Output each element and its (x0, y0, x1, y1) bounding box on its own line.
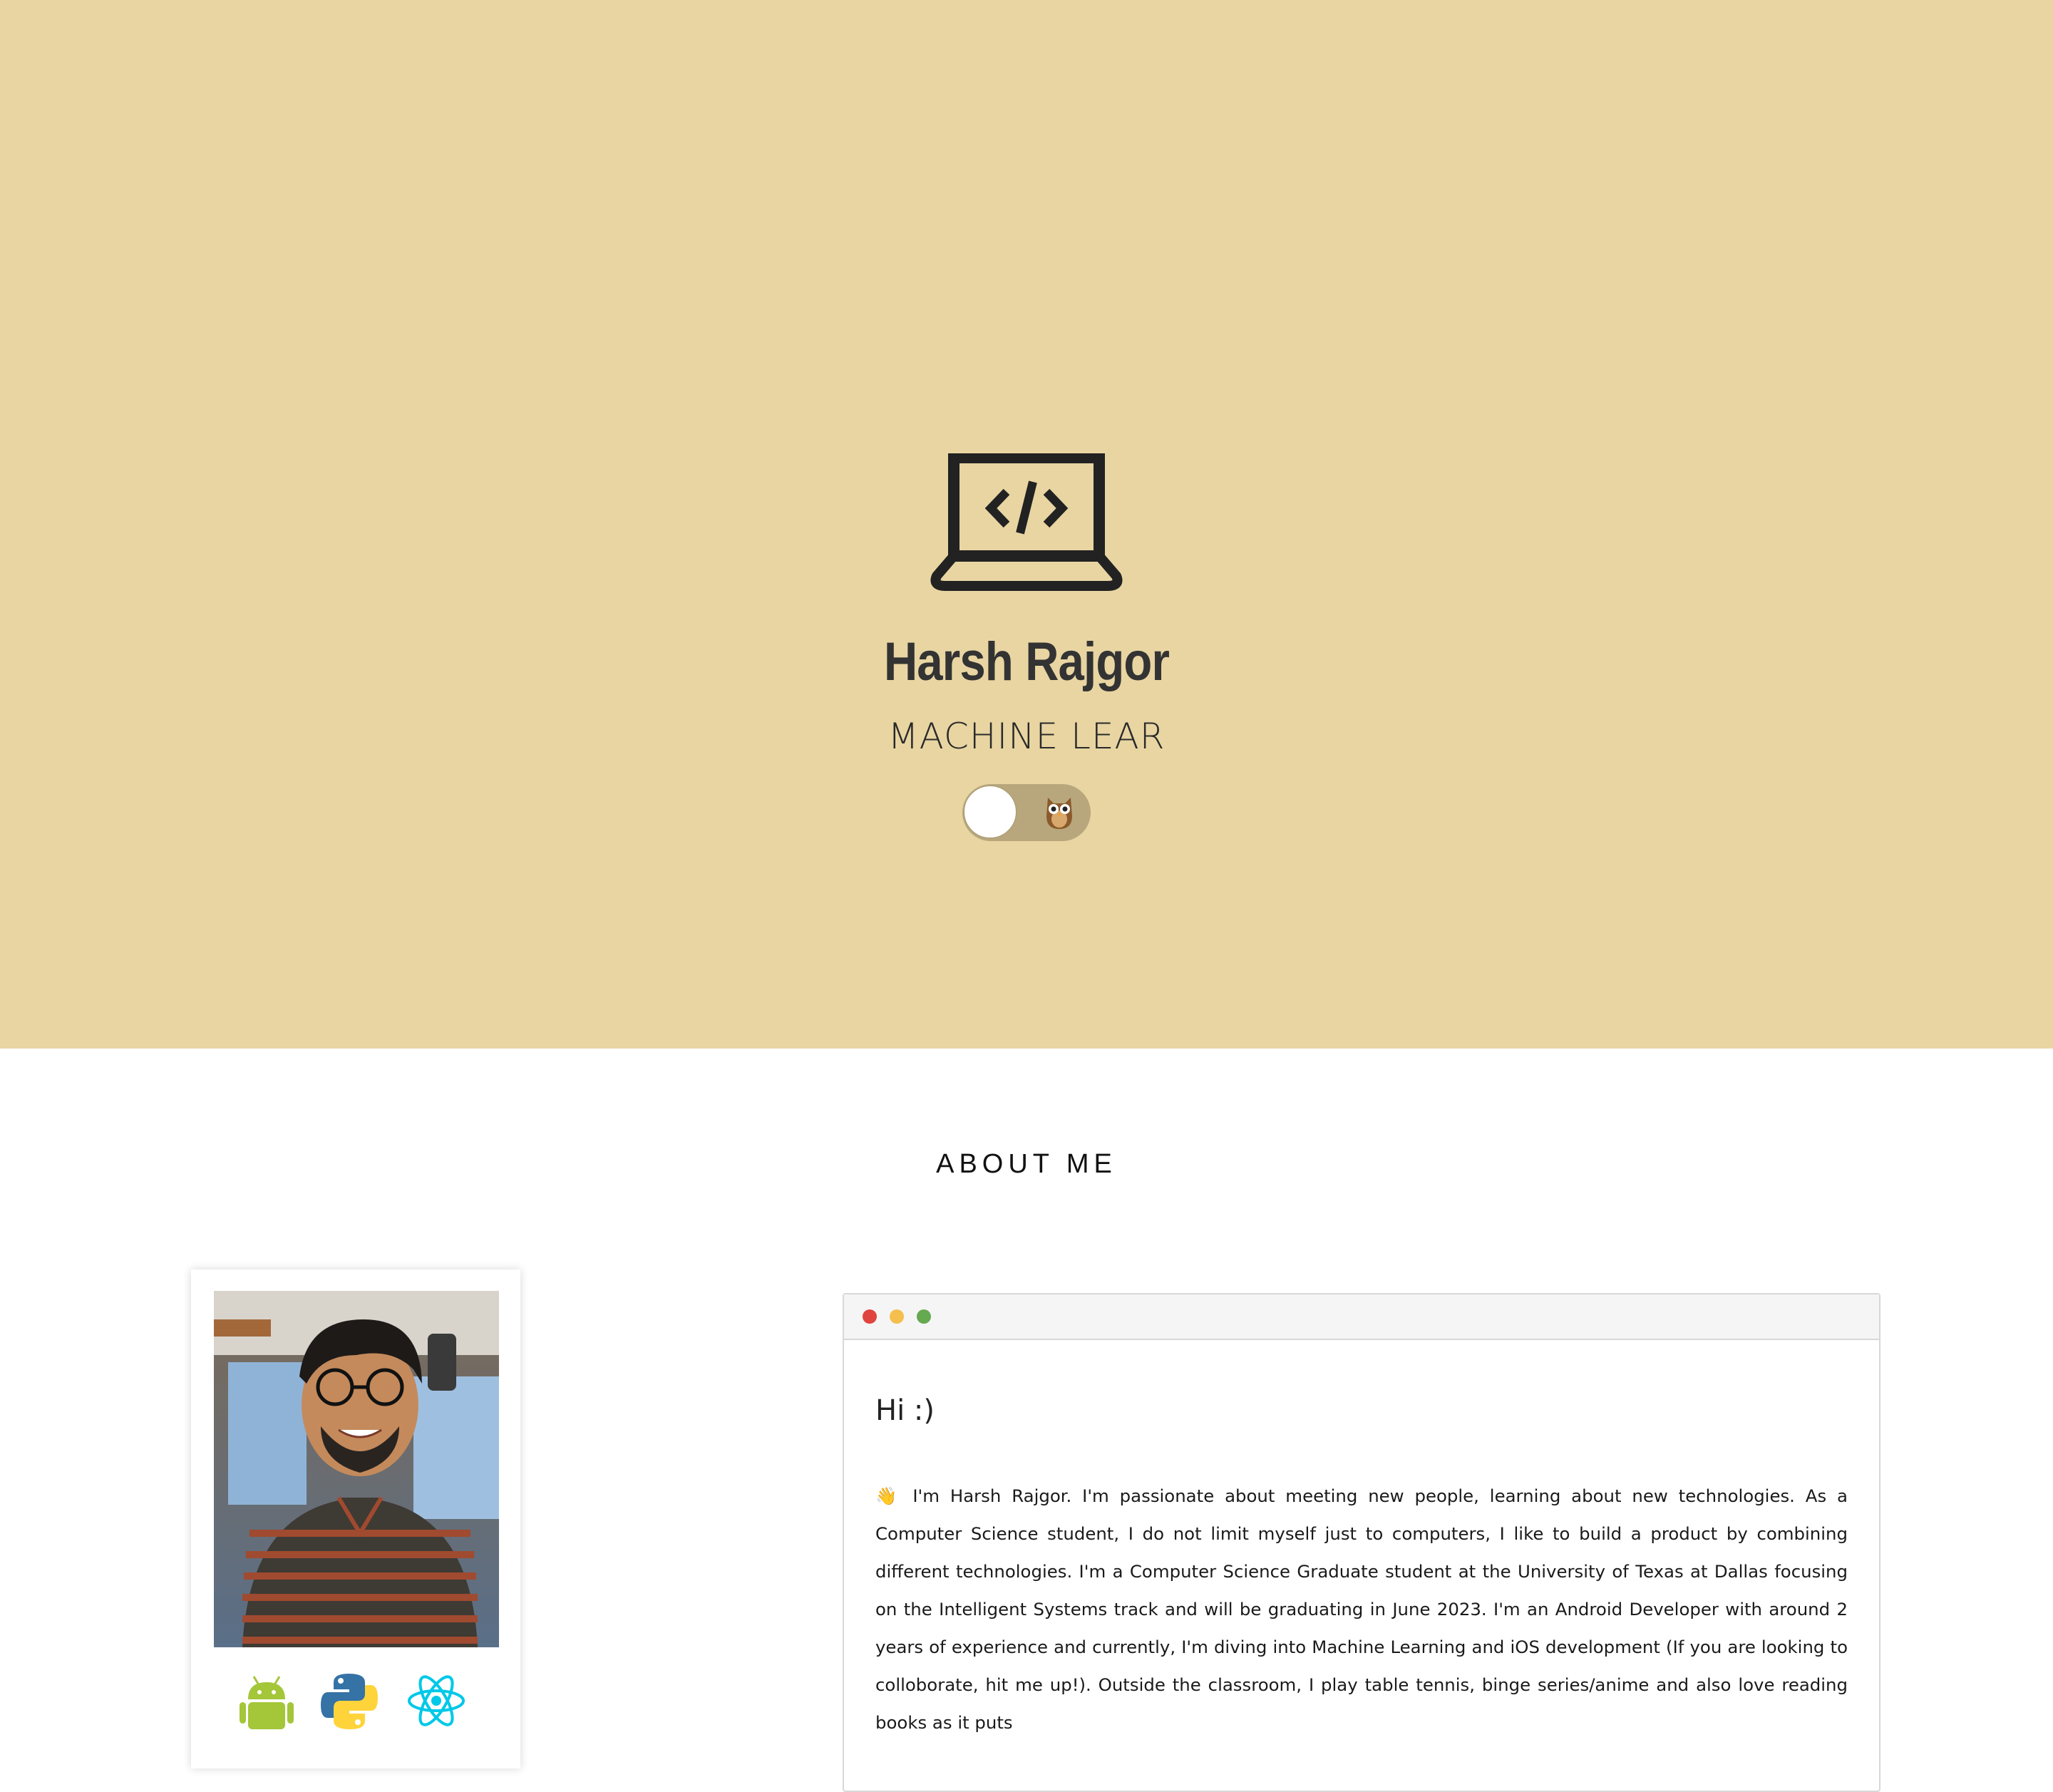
profile-photo-card (191, 1270, 520, 1768)
laptop-code-icon (930, 453, 1123, 591)
about-paragraph: 👋 I'm Harsh Rajgor. I'm passionate about… (875, 1485, 1848, 1733)
profile-photo (214, 1291, 499, 1647)
theme-toggle[interactable] (962, 784, 1091, 841)
close-dot-icon (863, 1309, 877, 1324)
python-icon (321, 1674, 378, 1729)
maximize-dot-icon (917, 1309, 931, 1324)
terminal-titlebar (844, 1294, 1879, 1340)
hero-subtitle: MACHINE LEAR (887, 716, 1166, 757)
terminal-heading: Hi :) (875, 1394, 935, 1427)
minimize-dot-icon (890, 1309, 904, 1324)
hero-section: Harsh Rajgor MACHINE LEAR (0, 0, 2053, 1049)
about-terminal-window: Hi :) 👋 I'm Harsh Rajgor. I'm passionate… (843, 1293, 1880, 1792)
about-section-title: ABOUT ME (936, 1149, 1117, 1179)
owl-icon (1046, 798, 1072, 829)
toggle-knob[interactable] (964, 786, 1017, 838)
react-icon (408, 1675, 465, 1726)
skill-icons-row (191, 1672, 520, 1729)
hero-name: Harsh Rajgor (883, 632, 1170, 692)
android-icon (240, 1676, 294, 1729)
